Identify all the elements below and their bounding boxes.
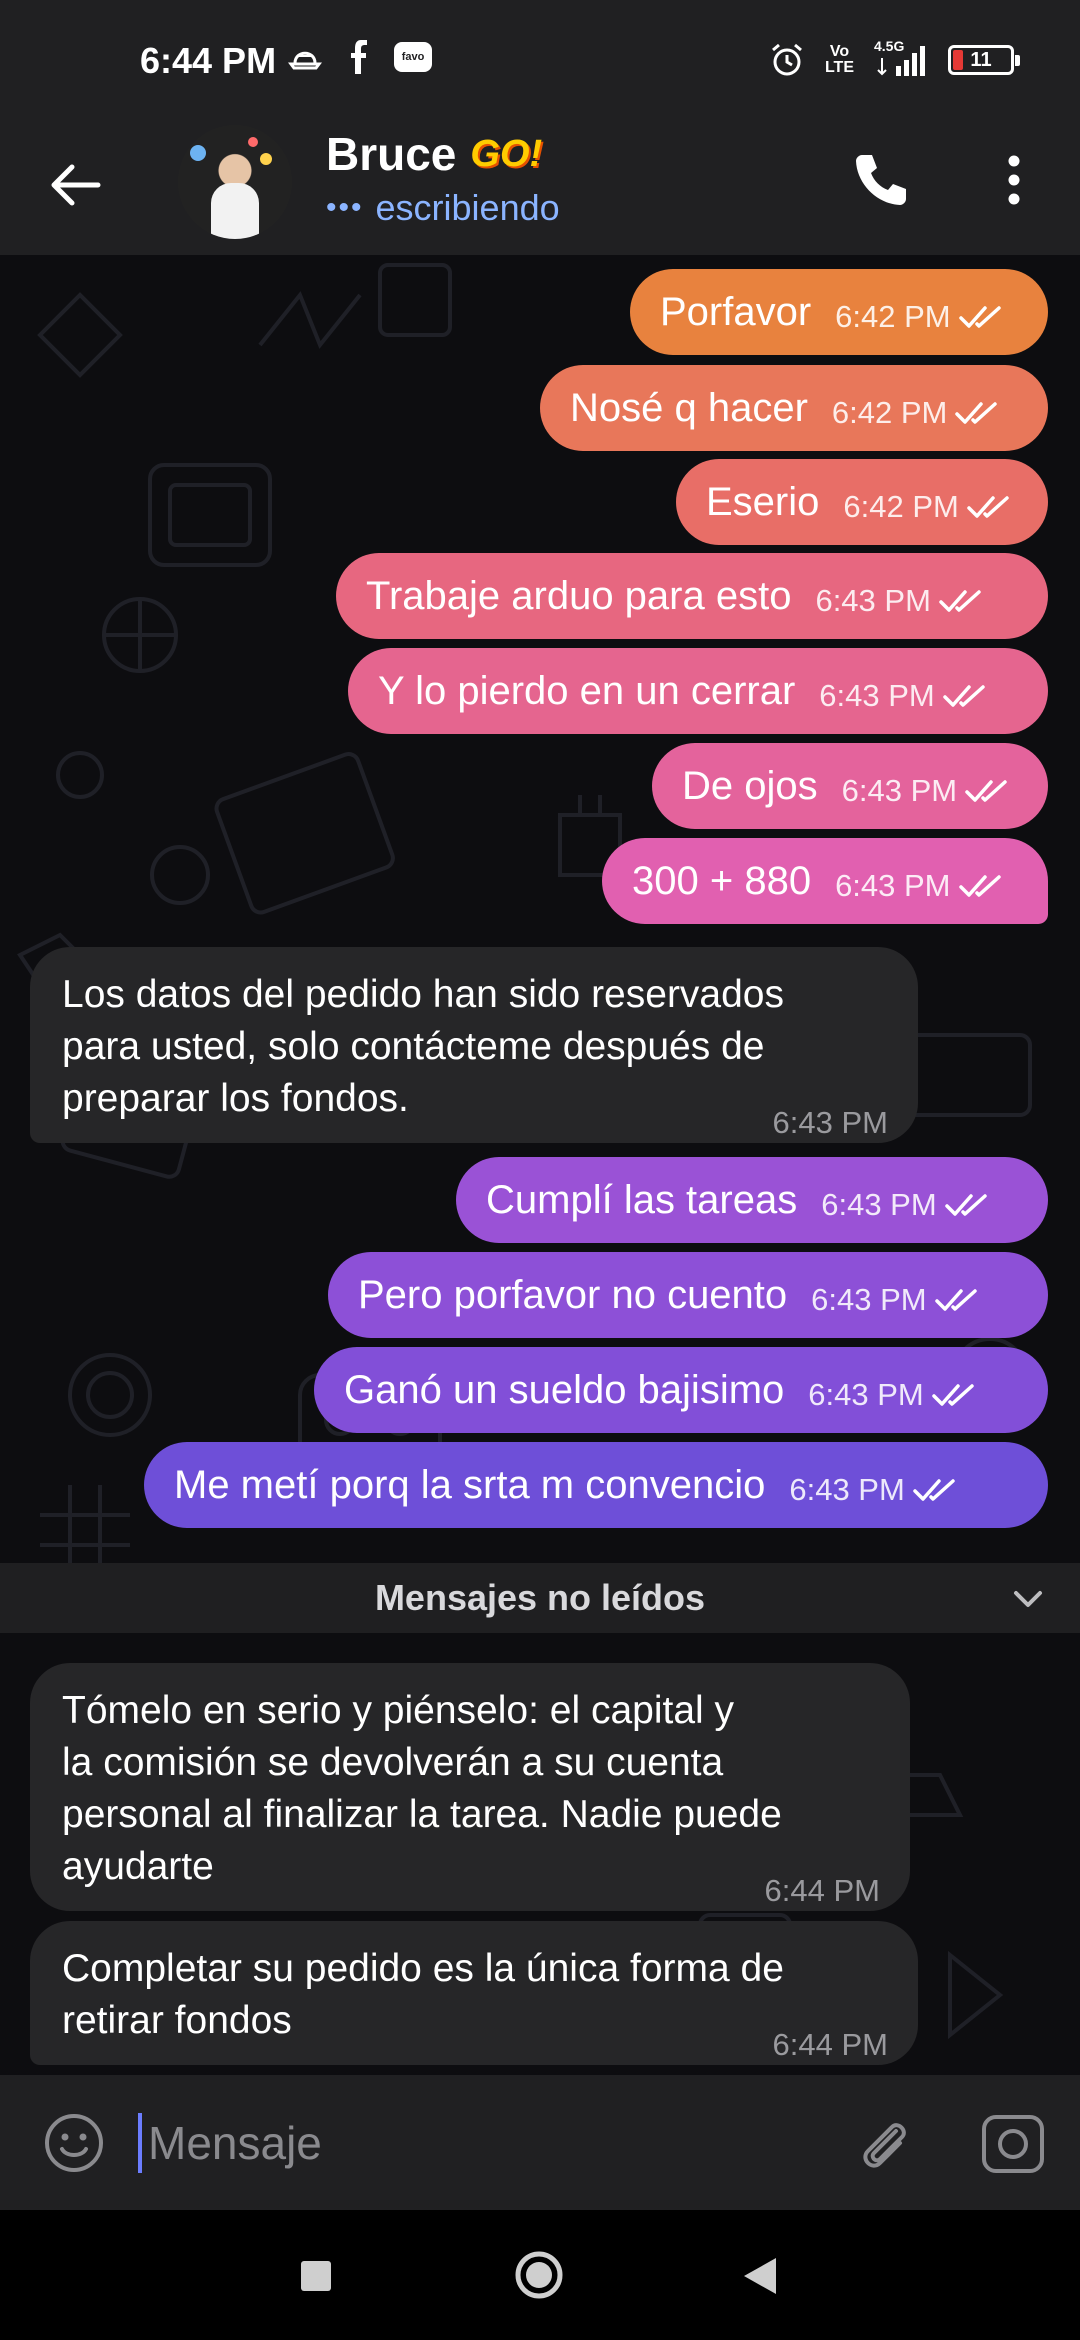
outgoing-message[interactable]: Cumplí las tareas 6:43 PM <box>456 1157 1048 1243</box>
chevron-down-icon[interactable] <box>1010 1581 1046 1617</box>
hat-icon <box>288 51 322 70</box>
outgoing-message[interactable]: Trabaje arduo para esto 6:43 PM <box>336 553 1048 639</box>
camera-icon[interactable] <box>980 2113 1046 2175</box>
status-time: 6:44 PM <box>140 40 277 81</box>
composer-bar: Mensaje <box>0 2075 1080 2210</box>
outgoing-message[interactable]: Nosé q hacer 6:42 PM <box>540 365 1048 451</box>
double-check-icon <box>958 306 1001 328</box>
double-check-icon <box>934 1289 977 1311</box>
home-icon[interactable] <box>514 2250 564 2300</box>
incoming-message[interactable]: Los datos del pedido han sido reservados… <box>30 947 918 1143</box>
signal-icon: 4.5G <box>874 38 928 78</box>
recent-apps-icon[interactable] <box>301 2261 331 2291</box>
paperclip-icon[interactable] <box>852 2111 916 2175</box>
avatar[interactable] <box>178 125 292 239</box>
chat-screen: 6:44 PM favo Vo LTE 4.5G 11 Bruce GO! ••… <box>0 0 1080 2340</box>
notification-icons: favo <box>288 40 432 74</box>
back-arrow-icon[interactable] <box>44 153 108 217</box>
nav-back-icon[interactable] <box>742 2256 778 2296</box>
outgoing-message[interactable]: Ganó un sueldo bajisimo 6:43 PM <box>314 1347 1048 1433</box>
outgoing-message[interactable]: Eserio 6:42 PM <box>676 459 1048 545</box>
system-icons: Vo LTE 4.5G 11 <box>769 38 1020 78</box>
contact-status: ••• escribiendo <box>326 187 560 228</box>
system-nav-bar <box>0 2210 1080 2340</box>
more-options-icon[interactable] <box>990 147 1038 213</box>
contact-name[interactable]: Bruce GO! <box>326 127 542 181</box>
emoji-icon[interactable] <box>42 2111 106 2175</box>
double-check-icon <box>931 1384 974 1406</box>
volte-icon: Vo LTE <box>824 43 854 76</box>
double-check-icon <box>958 875 1001 897</box>
outgoing-message[interactable]: Me metí porq la srta m convencio 6:43 PM <box>144 1442 1048 1528</box>
message-input[interactable]: Mensaje <box>138 2105 798 2181</box>
battery-icon: 11 <box>948 45 1020 75</box>
outgoing-message[interactable]: Y lo pierdo en un cerrar 6:43 PM <box>348 648 1048 734</box>
facebook-icon <box>351 40 367 74</box>
outgoing-message[interactable]: 300 + 880 6:43 PM <box>602 838 1048 924</box>
go-badge: GO! <box>470 132 543 175</box>
chat-header: Bruce GO! ••• escribiendo <box>0 125 1080 255</box>
incoming-message[interactable]: Completar su pedido es la única forma de… <box>30 1921 918 2065</box>
double-check-icon <box>939 590 981 612</box>
double-check-icon <box>943 685 985 707</box>
outgoing-message[interactable]: Porfavor 6:42 PM <box>630 269 1048 355</box>
text-caret <box>138 2113 142 2173</box>
message-list[interactable]: Porfavor 6:42 PM Nosé q hacer 6:42 PM Es… <box>0 255 1080 2075</box>
favo-icon: favo <box>394 42 432 72</box>
incoming-message[interactable]: Tómelo en serio y piénselo: el capital y… <box>30 1663 910 1911</box>
double-check-icon <box>965 780 1007 802</box>
unread-messages-divider[interactable]: Mensajes no leídos <box>0 1563 1080 1633</box>
typing-dots-icon: ••• <box>326 191 364 224</box>
status-bar: 6:44 PM favo Vo LTE 4.5G 11 <box>0 0 1080 125</box>
outgoing-message[interactable]: De ojos 6:43 PM <box>652 743 1048 829</box>
double-check-icon <box>913 1479 955 1501</box>
phone-call-icon[interactable] <box>848 147 914 213</box>
outgoing-message[interactable]: Pero porfavor no cuento 6:43 PM <box>328 1252 1048 1338</box>
double-check-icon <box>955 402 998 424</box>
alarm-icon <box>772 43 802 76</box>
double-check-icon <box>967 496 1009 518</box>
double-check-icon <box>944 1194 987 1216</box>
